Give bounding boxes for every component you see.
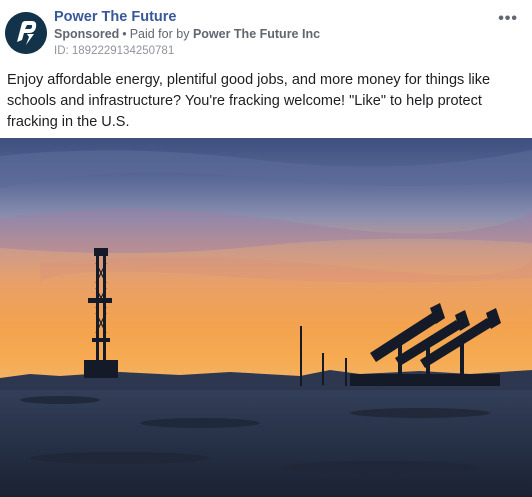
ad-post: Power The Future Sponsored • Paid for by P… <box>0 0 532 497</box>
ad-id: ID: 1892229134250781 <box>54 45 175 57</box>
page-avatar[interactable] <box>5 12 47 54</box>
more-options-icon[interactable]: ••• <box>498 10 518 28</box>
meta-separator: • <box>122 27 127 41</box>
sponsored-meta: Sponsored • Paid for by Power The Future I… <box>54 27 320 41</box>
paid-for-prefix: Paid for by <box>129 27 190 41</box>
paid-for-name[interactable]: Power The Future Inc <box>193 27 320 41</box>
oilfield-sunset-photo <box>0 138 532 497</box>
post-header: Power The Future Sponsored • Paid for by P… <box>0 0 532 64</box>
page-name-link[interactable]: Power The Future <box>54 9 176 25</box>
post-image[interactable] <box>0 138 532 497</box>
post-text: Enjoy affordable energy, plentiful good … <box>7 72 491 130</box>
sponsored-label: Sponsored <box>54 27 120 41</box>
power-the-future-logo <box>5 12 47 54</box>
